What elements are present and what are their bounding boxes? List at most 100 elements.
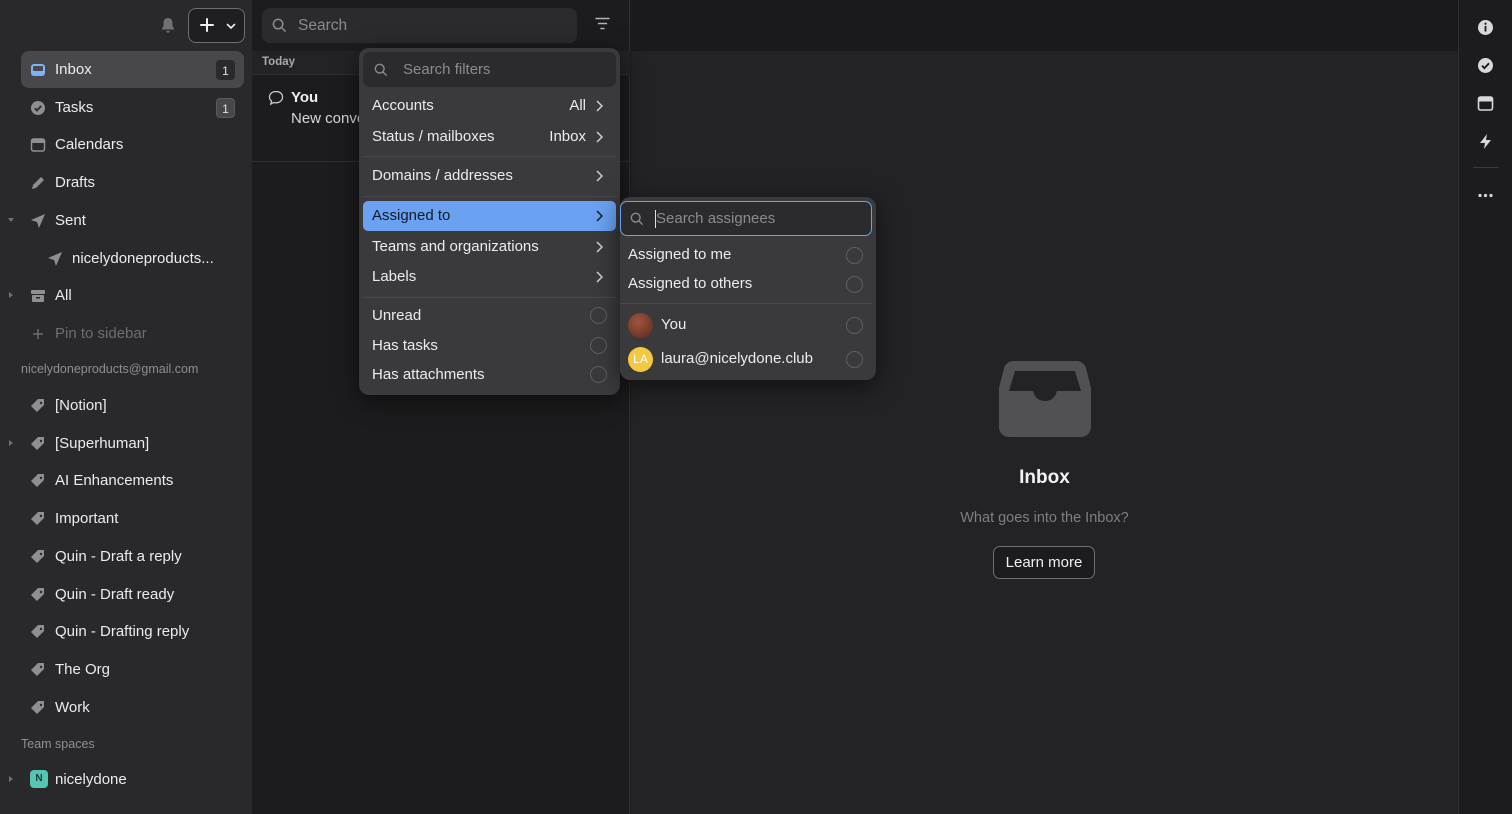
filter-item-label: Domains / addresses [372, 167, 513, 184]
sidebar-label-work[interactable]: Work [21, 689, 244, 726]
filter-item-label: Status / mailboxes [372, 128, 495, 145]
sidebar: Inbox 1 Tasks 1 Calendars Drafts Sent ni… [0, 0, 252, 814]
sidebar-item-sent[interactable]: Sent [21, 202, 244, 239]
sidebar-item-label: Calendars [55, 136, 124, 153]
sidebar-item-label: Quin - Draft a reply [55, 548, 182, 565]
bell-icon[interactable] [160, 17, 176, 35]
team-avatar: N [30, 770, 48, 788]
filter-item-teams-organizations[interactable]: Teams and organizations [363, 232, 616, 262]
caret-right-icon[interactable] [7, 439, 15, 447]
sidebar-item-label: Drafts [55, 174, 96, 191]
assigned-to-others-checkbox[interactable] [846, 276, 863, 293]
sidebar-label-quin-drafting-reply[interactable]: Quin - Drafting reply [21, 613, 244, 650]
filter-search-placeholder: Search filters [403, 61, 491, 78]
sidebar-label-important[interactable]: Important [21, 500, 244, 537]
sidebar-item-label: Quin - Drafting reply [55, 623, 190, 640]
plus-icon [33, 329, 43, 339]
assignee-person-you[interactable]: You [624, 310, 872, 340]
info-icon[interactable] [1477, 19, 1494, 36]
caret-right-icon[interactable] [7, 775, 15, 783]
assignee-option-label: Assigned to me [628, 246, 732, 263]
bolt-icon[interactable] [1477, 133, 1494, 150]
calendar-icon [30, 138, 46, 152]
filter-item-accounts[interactable]: Accounts All [363, 91, 616, 121]
search-input[interactable]: Search [262, 8, 577, 43]
sidebar-item-inbox[interactable]: Inbox 1 [21, 51, 244, 88]
avatar [628, 313, 653, 338]
more-icon[interactable] [1477, 187, 1494, 204]
assigned-to-me-checkbox[interactable] [846, 247, 863, 264]
tag-icon [31, 550, 44, 563]
assignee-option-assigned-to-me[interactable]: Assigned to me [624, 240, 872, 270]
sidebar-label-quin-draft-ready[interactable]: Quin - Draft ready [21, 576, 244, 613]
sidebar-item-tasks[interactable]: Tasks 1 [21, 89, 244, 126]
assignee-you-checkbox[interactable] [846, 317, 863, 334]
sidebar-item-all[interactable]: All [21, 277, 244, 314]
menu-divider [620, 303, 872, 304]
filter-item-has-attachments[interactable]: Has attachments [363, 360, 616, 390]
learn-more-button[interactable]: Learn more [993, 546, 1095, 579]
sidebar-item-label: The Org [55, 661, 111, 678]
has-tasks-checkbox[interactable] [590, 337, 607, 354]
assignee-laura-checkbox[interactable] [846, 351, 863, 368]
right-rail [1458, 0, 1512, 814]
has-attachments-checkbox[interactable] [590, 366, 607, 383]
section-label: Today [262, 56, 296, 68]
conversation-sender: You [291, 89, 319, 106]
sidebar-label-superhuman[interactable]: [Superhuman] [21, 425, 244, 462]
chevron-right-icon [596, 210, 603, 222]
check-circle-icon [31, 101, 45, 115]
filter-item-label: Has attachments [372, 366, 485, 383]
filter-item-status-mailboxes[interactable]: Status / mailboxes Inbox [363, 122, 616, 152]
count-badge: 1 [216, 60, 235, 80]
sidebar-label-notion[interactable]: [Notion] [21, 387, 244, 424]
filter-item-label: Accounts [372, 97, 434, 114]
chevron-down-icon[interactable] [226, 21, 236, 31]
tag-icon [31, 474, 44, 487]
filter-search-input[interactable]: Search filters [363, 52, 616, 87]
unread-checkbox[interactable] [590, 307, 607, 324]
sidebar-item-sent-account[interactable]: nicelydoneproducts... [38, 240, 244, 277]
check-circle-icon[interactable] [1477, 57, 1494, 74]
compose-button[interactable] [188, 8, 245, 43]
assignee-person-laura[interactable]: LA laura@nicelydone.club [624, 344, 872, 374]
filter-item-label: Unread [372, 307, 422, 324]
sidebar-label-quin-draft-a-reply[interactable]: Quin - Draft a reply [21, 538, 244, 575]
sidebar-label-the-org[interactable]: The Org [21, 651, 244, 688]
filter-item-labels[interactable]: Labels [363, 262, 616, 292]
filter-item-has-tasks[interactable]: Has tasks [363, 331, 616, 361]
tag-icon [31, 625, 44, 638]
menu-divider [363, 297, 616, 298]
calendar-icon[interactable] [1477, 95, 1494, 112]
sidebar-label-ai-enhancements[interactable]: AI Enhancements [21, 462, 244, 499]
pin-to-sidebar-button[interactable]: Pin to sidebar [21, 315, 244, 352]
assignee-person-label: You [661, 316, 687, 333]
filter-item-unread[interactable]: Unread [363, 301, 616, 331]
assignee-search-input[interactable]: Search assignees [620, 201, 872, 236]
caret-right-icon[interactable] [7, 291, 15, 299]
filter-icon[interactable] [595, 17, 610, 30]
filter-item-label: Labels [372, 268, 417, 285]
filter-item-assigned-to[interactable]: Assigned to [363, 201, 616, 231]
caret-down-icon[interactable] [7, 216, 15, 224]
filter-item-value: Inbox [549, 128, 586, 145]
avatar: LA [628, 347, 653, 372]
main-toolbar [631, 0, 1458, 51]
sidebar-item-label: Inbox [55, 61, 92, 78]
conversation-subject: New conve [291, 110, 366, 127]
sidebar-team-nicelydone[interactable]: N nicelydone [21, 761, 244, 798]
filter-item-label: Assigned to [372, 207, 451, 224]
sidebar-item-drafts[interactable]: Drafts [21, 164, 244, 201]
sidebar-item-label: Pin to sidebar [55, 325, 147, 342]
sidebar-item-calendars[interactable]: Calendars [21, 126, 244, 163]
inbox-icon [31, 64, 45, 76]
filter-item-domains-addresses[interactable]: Domains / addresses [363, 161, 616, 191]
assignee-option-label: Assigned to others [628, 275, 753, 292]
filter-item-value: All [569, 97, 586, 114]
assignee-option-assigned-to-others[interactable]: Assigned to others [624, 269, 872, 299]
count-badge: 1 [216, 98, 235, 118]
empty-state-title: Inbox [1019, 467, 1070, 488]
sidebar-item-label: Important [55, 510, 119, 527]
chevron-right-icon [596, 131, 603, 143]
sidebar-item-label: Quin - Draft ready [55, 586, 175, 603]
